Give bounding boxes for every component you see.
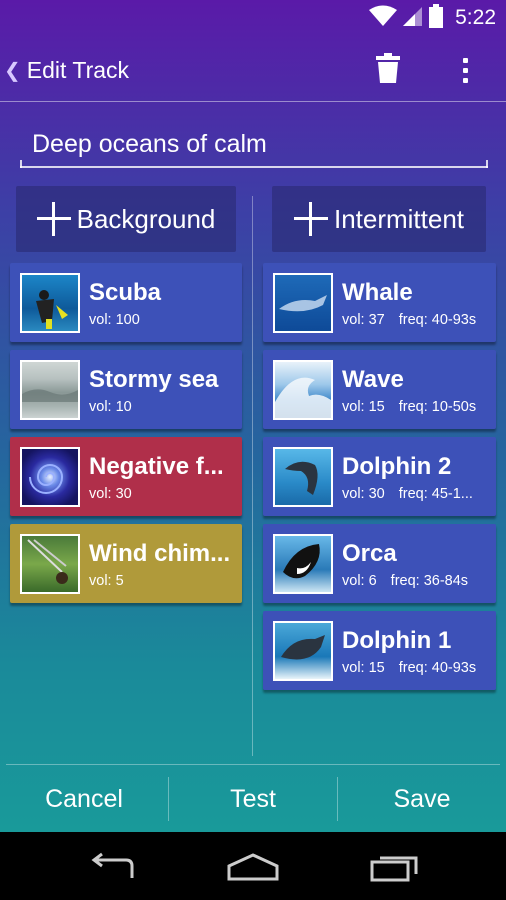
sound-volume: vol: 15 [342,659,385,676]
spiral-galaxy-thumbnail [20,446,80,507]
sound-frequency: freq: 40-93s [398,311,477,328]
background-sound-card[interactable]: Stormy sea vol: 10 [10,350,242,429]
sound-volume: vol: 30 [342,485,385,502]
trash-icon [376,52,400,88]
wave-thumbnail [273,359,333,420]
overflow-dot [462,67,468,73]
track-name-field [20,124,488,168]
sound-volume: vol: 15 [342,398,385,415]
delete-track-button[interactable] [368,50,408,90]
recent-apps-icon[interactable] [370,852,420,887]
status-bar: 5:22 [0,0,506,36]
up-navigation-button[interactable]: ❮ Edit Track [4,40,139,100]
sound-name: Dolphin 2 [342,452,452,480]
back-chevron-icon: ❮ [4,59,21,82]
sound-volume: vol: 100 [89,311,140,328]
intermittent-sound-card[interactable]: Wave vol: 15 freq: 10-50s [263,350,496,429]
plus-icon [36,202,71,236]
add-intermittent-button[interactable]: Intermittent [272,186,486,252]
stormy-sea-thumbnail [20,359,80,420]
action-bar: ❮ Edit Track [0,40,506,100]
dolphin-thumbnail [273,446,333,507]
sound-volume-frequency: vol: 30 freq: 45-1... [342,486,488,502]
sound-volume-frequency: vol: 15 freq: 10-50s [342,399,488,415]
overflow-menu-icon [462,57,468,63]
test-button[interactable]: Test [169,766,337,832]
sound-volume: vol: 30 [89,485,132,502]
battery-icon [429,3,444,33]
sound-volume: vol: 5 [89,572,124,589]
sound-frequency: freq: 36-84s [390,572,469,589]
wifi-icon [369,5,398,32]
track-name-input[interactable] [20,124,488,164]
add-background-button[interactable]: Background [16,186,236,252]
whale-thumbnail [273,272,333,333]
orca-thumbnail [273,533,333,594]
plus-icon [293,202,328,236]
background-sound-card[interactable]: Scuba vol: 100 [10,263,242,342]
sound-name: Stormy sea [89,365,219,393]
sound-volume-frequency: vol: 15 freq: 40-93s [342,660,488,676]
background-sound-card[interactable]: Wind chim... vol: 5 [10,524,242,603]
wind-chime-thumbnail [20,533,80,594]
sound-volume-frequency: vol: 37 freq: 40-93s [342,312,488,328]
sound-name: Scuba [89,278,162,306]
overflow-menu-button[interactable] [450,50,480,90]
background-sound-card[interactable]: Negative f... vol: 30 [10,437,242,516]
column-divider [252,196,253,756]
status-time: 5:22 [455,6,496,29]
scuba-diver-thumbnail [20,272,80,333]
sound-name: Whale [342,278,413,306]
sound-name: Dolphin 1 [342,626,452,654]
add-intermittent-label: Intermittent [333,203,465,234]
save-button[interactable]: Save [338,766,506,832]
sound-name: Orca [342,539,397,567]
sound-name: Wind chim... [89,539,231,567]
back-arrow-icon[interactable] [88,852,136,887]
dolphin-thumbnail [273,620,333,681]
overflow-dot [462,77,468,83]
home-icon[interactable] [226,852,280,887]
system-navigation-bar [0,832,506,900]
action-bar-divider [0,101,506,102]
cancel-button[interactable]: Cancel [0,766,168,832]
page-title: Edit Track [26,56,130,83]
sound-volume: vol: 6 [342,572,377,589]
intermittent-sound-card[interactable]: Whale vol: 37 freq: 40-93s [263,263,496,342]
cell-signal-icon [403,5,423,32]
sound-volume-frequency: vol: 6 freq: 36-84s [342,573,488,589]
sound-volume: vol: 10 [89,398,132,415]
sound-frequency: freq: 10-50s [398,398,477,415]
edit-track-screen: 5:22 ❮ Edit Track Backgro [0,0,506,832]
sound-name: Negative f... [89,452,224,480]
sound-frequency: freq: 45-1... [398,485,473,502]
button-bar: Cancel Test Save [0,766,506,832]
button-bar-divider [6,764,500,765]
sound-frequency: freq: 40-93s [398,659,477,676]
intermittent-sound-card[interactable]: Dolphin 1 vol: 15 freq: 40-93s [263,611,496,690]
intermittent-sound-card[interactable]: Dolphin 2 vol: 30 freq: 45-1... [263,437,496,516]
intermittent-sound-card[interactable]: Orca vol: 6 freq: 36-84s [263,524,496,603]
sound-name: Wave [342,365,404,393]
add-background-label: Background [76,203,216,234]
sound-volume: vol: 37 [342,311,385,328]
